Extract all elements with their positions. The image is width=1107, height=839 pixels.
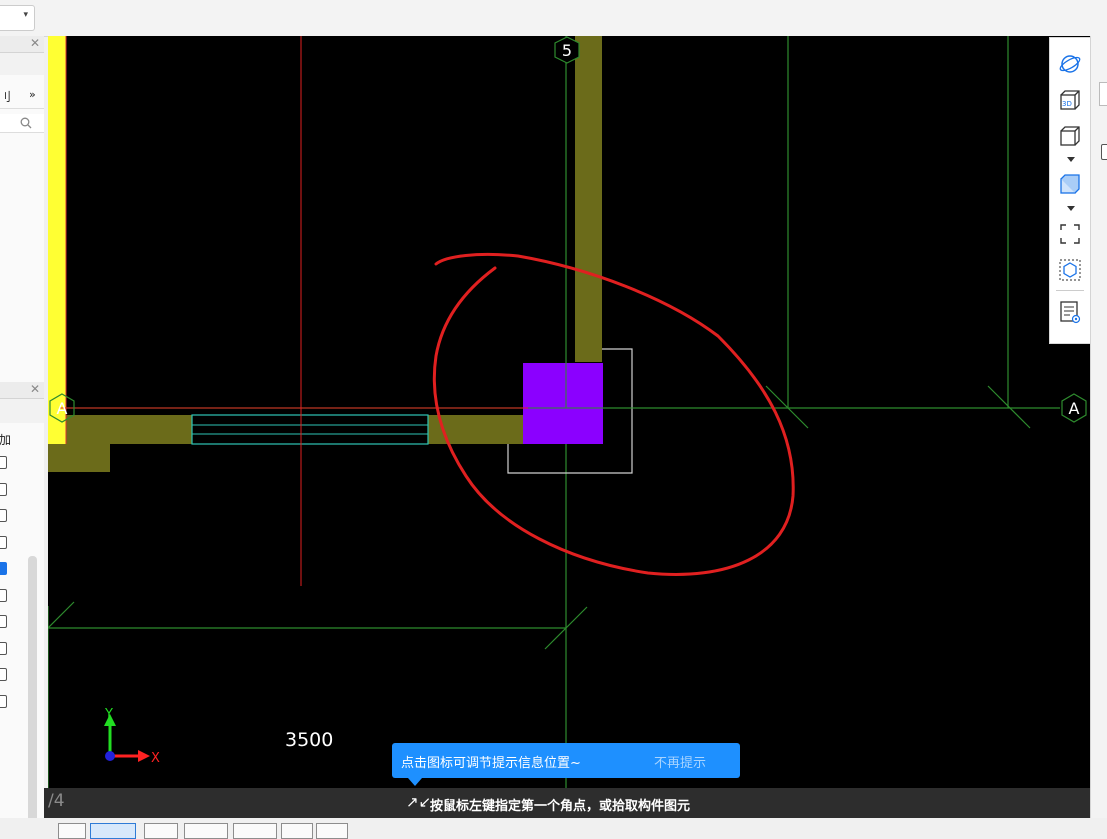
scrollbar[interactable] <box>28 556 37 826</box>
column-group <box>507 348 633 474</box>
chevron-down-icon[interactable] <box>1067 206 1075 212</box>
left-panel: ✕ 刂 » ✕ 加 <box>0 36 44 834</box>
panel-checkbox[interactable] <box>1101 144 1107 160</box>
axis-lines <box>60 36 528 586</box>
layer-checkbox[interactable] <box>0 562 7 575</box>
search-icon[interactable] <box>20 117 32 129</box>
layer-checkbox[interactable] <box>0 535 7 549</box>
layer-checkbox[interactable] <box>0 509 7 522</box>
grid-button[interactable] <box>233 823 277 839</box>
chevron-down-icon: ▾ <box>23 10 28 20</box>
3d-view-icon[interactable]: 3D <box>1058 88 1082 112</box>
layer-checkbox[interactable] <box>0 694 7 708</box>
floor-dropdown[interactable]: ▾ <box>0 5 35 31</box>
tooltip-message: 点击图标可调节提示信息位置~ <box>401 756 581 771</box>
fit-frame-icon[interactable] <box>1058 222 1082 246</box>
top-toolbar: ▾ <box>0 0 1107 37</box>
object-snap-button[interactable] <box>90 823 136 839</box>
window-opening <box>191 414 429 445</box>
display-settings-icon[interactable] <box>1058 300 1082 324</box>
layer-checkbox[interactable] <box>0 482 7 496</box>
layer-checkbox[interactable] <box>0 641 7 655</box>
close-icon[interactable]: ✕ <box>30 382 40 396</box>
cube-shaded-icon[interactable] <box>1058 172 1082 196</box>
search-input[interactable] <box>0 114 44 133</box>
axis-label-5: 5 <box>562 41 572 60</box>
axis-bubble-5: 5 <box>554 36 580 64</box>
command-prompt: 按鼠标左键指定第一个角点，或拾取构件图元 <box>430 799 691 814</box>
ucs-x-label: X <box>151 751 160 766</box>
right-panel <box>1090 36 1107 834</box>
orbit-icon[interactable] <box>1058 52 1082 76</box>
axis-bubble-a-right: A <box>1061 393 1087 423</box>
layer-checkbox[interactable] <box>0 615 7 628</box>
layer-checkbox[interactable] <box>0 668 7 681</box>
cad-drawing[interactable]: 5 A A 3500 Y X <box>48 36 1090 788</box>
dimension-tick <box>48 601 75 629</box>
panel-subheader-2 <box>0 399 44 423</box>
column-header-add: 加 <box>0 433 12 447</box>
ucs-icon: Y X <box>104 707 160 766</box>
dimension-text: 3500 <box>285 729 333 751</box>
vertical-wall <box>575 36 602 362</box>
box-select-icon[interactable] <box>1058 258 1082 282</box>
ortho-button[interactable] <box>184 823 228 839</box>
view-toolbar: 3D <box>1049 37 1091 344</box>
snap-button[interactable] <box>58 823 86 839</box>
dismiss-hint-link[interactable]: 不再提示 <box>654 752 706 771</box>
layer-checkbox[interactable] <box>0 456 7 469</box>
intersection-snap-button[interactable] <box>144 823 178 839</box>
dimension-tick <box>987 385 1031 429</box>
tooltip-tail <box>408 778 422 786</box>
panel-tab[interactable] <box>1099 82 1107 106</box>
layer-checkbox[interactable] <box>0 588 7 602</box>
close-icon[interactable]: ✕ <box>30 36 40 50</box>
column <box>523 363 603 444</box>
wall-step <box>48 442 110 472</box>
panel-header-top: ✕ <box>0 36 44 53</box>
hint-tooltip[interactable]: 点击图标可调节提示信息位置~ 不再提示 <box>392 743 740 786</box>
angle-button[interactable] <box>316 823 348 839</box>
walls <box>48 36 602 472</box>
expand-icon[interactable]: » <box>29 88 36 101</box>
ucs-y-label: Y <box>104 707 113 722</box>
page-indicator: /4 <box>48 791 65 811</box>
command-status-bar: /4 ↗↙ 按鼠标左键指定第一个角点，或拾取构件图元 <box>44 788 1090 818</box>
annotation-circle <box>432 252 795 576</box>
collapse-arrows-icon[interactable]: ↗↙ <box>406 793 431 811</box>
panel-subheader <box>0 53 44 75</box>
toolbar-divider <box>1056 290 1084 291</box>
panel-tabs: 刂 » <box>0 86 44 109</box>
svg-text:3D: 3D <box>1062 100 1072 108</box>
cube-view-icon[interactable] <box>1058 124 1082 148</box>
panel-header-bottom: ✕ <box>0 382 44 399</box>
tab-label[interactable]: 刂 <box>0 88 11 105</box>
axis-label-a-right: A <box>1069 399 1080 418</box>
yellow-wall <box>48 36 66 444</box>
bottom-toolbar <box>0 818 1107 839</box>
chevron-down-icon[interactable] <box>1067 157 1075 163</box>
drawing-canvas[interactable]: 5 A A 3500 Y X <box>48 36 1090 788</box>
axis-label-a-left: A <box>57 399 68 418</box>
display-button[interactable] <box>281 823 313 839</box>
